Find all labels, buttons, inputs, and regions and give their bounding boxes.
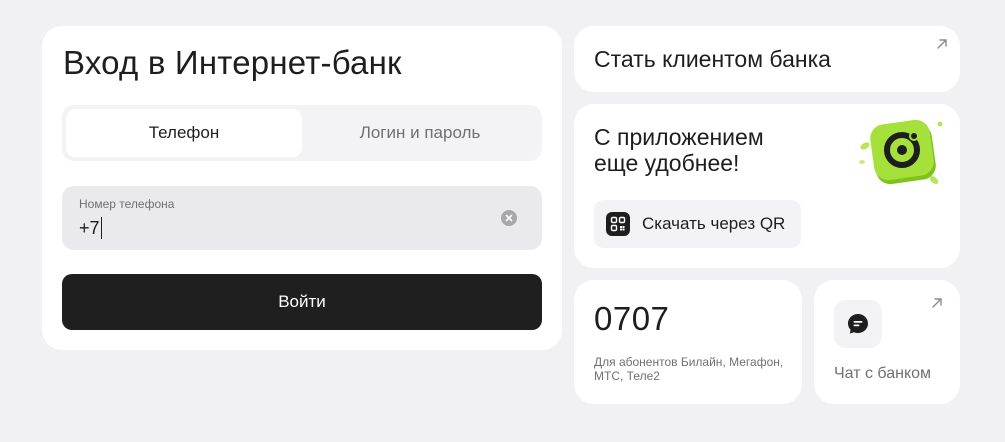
become-client-card[interactable]: Стать клиентом банка [574, 26, 960, 92]
phone-input-value: +7 [79, 217, 100, 238]
become-client-title: Стать клиентом банка [594, 46, 831, 72]
tab-phone[interactable]: Телефон [66, 109, 302, 157]
chat-icon [834, 300, 882, 348]
chat-label: Чат с банком [834, 365, 932, 382]
arrow-up-right-icon [932, 298, 942, 308]
tab-login-password[interactable]: Логин и пароль [302, 109, 538, 157]
login-button[interactable]: Войти [62, 274, 542, 330]
download-qr-button[interactable]: Скачать через QR [594, 200, 801, 248]
short-number[interactable]: 0707 [594, 300, 669, 338]
text-caret [100, 217, 102, 239]
login-card: Вход в Интернет-банк Телефон Логин и пар… [42, 26, 562, 350]
app-promo-title: С приложением еще удобнее! [594, 124, 764, 176]
arrow-up-right-icon [937, 39, 947, 49]
app-logo-icon [859, 119, 943, 185]
chat-card[interactable]: Чат с банком [814, 280, 960, 404]
login-method-tabs: Телефон Логин и пароль [62, 105, 542, 161]
phone-input[interactable]: +7 [79, 217, 102, 239]
short-number-card: 0707 Для абонентов Билайн, Мегафон, МТС,… [574, 280, 802, 404]
short-number-description: Для абонентов Билайн, Мегафон, МТС, Теле… [594, 355, 784, 383]
clear-icon[interactable] [501, 210, 517, 226]
qr-code-icon [606, 212, 630, 236]
app-promo-card: С приложением еще удобнее! Скачать через… [574, 104, 960, 268]
download-qr-label: Скачать через QR [642, 214, 786, 233]
page-title: Вход в Интернет-банк [63, 44, 402, 81]
phone-field[interactable]: Номер телефона +7 [62, 186, 542, 250]
phone-field-label: Номер телефона [79, 197, 175, 211]
